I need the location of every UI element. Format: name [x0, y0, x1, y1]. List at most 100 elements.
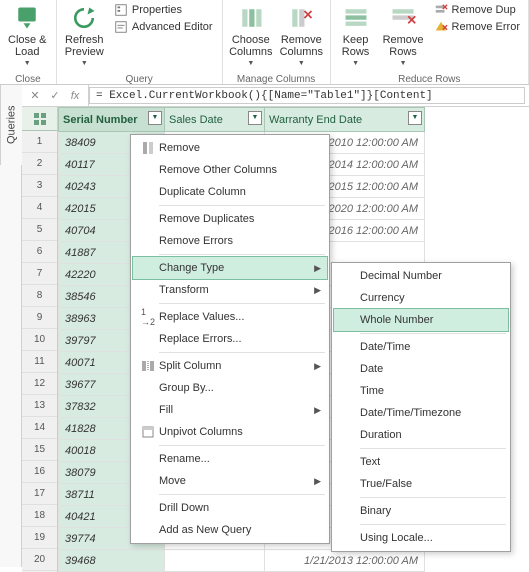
menu-remove-other[interactable]: Remove Other Columns [133, 159, 327, 181]
filter-dropdown-icon[interactable]: ▼ [408, 111, 422, 125]
close-load-icon [13, 4, 41, 32]
menu-rename[interactable]: Rename... [133, 448, 327, 470]
submenu-arrow-icon: ▶ [314, 285, 321, 296]
replace-icon: 1→2 [137, 309, 159, 325]
row-number[interactable]: 16 [22, 461, 57, 483]
type-duration[interactable]: Duration [334, 424, 508, 446]
type-text[interactable]: Text [334, 451, 508, 473]
menu-remove-errors[interactable]: Remove Errors [133, 230, 327, 252]
type-decimal[interactable]: Decimal Number [334, 265, 508, 287]
remove-err-icon [434, 20, 448, 34]
row-number[interactable]: 15 [22, 439, 57, 461]
menu-duplicate-column[interactable]: Duplicate Column [133, 181, 327, 203]
split-icon [137, 358, 159, 374]
choose-columns-icon [237, 4, 265, 32]
filter-dropdown-icon[interactable]: ▼ [248, 111, 262, 125]
row-number[interactable]: 17 [22, 483, 57, 505]
accept-formula-icon[interactable]: ✓ [48, 89, 62, 102]
row-number[interactable]: 14 [22, 417, 57, 439]
row-number[interactable]: 5 [22, 219, 57, 241]
dropdown-arrow-icon: ▼ [298, 58, 305, 70]
menu-remove[interactable]: Remove [133, 137, 327, 159]
menu-remove-duplicates[interactable]: Remove Duplicates [133, 208, 327, 230]
keep-rows-button[interactable]: KeepRows ▼ [335, 2, 377, 72]
formula-controls: ✕ ✓ fx [22, 85, 89, 106]
menu-add-new-query[interactable]: Add as New Query [133, 519, 327, 541]
row-number[interactable]: 4 [22, 197, 57, 219]
menu-drill-down[interactable]: Drill Down [133, 497, 327, 519]
menu-change-type[interactable]: Change Type▶ [133, 257, 327, 279]
type-datetime[interactable]: Date/Time [334, 336, 508, 358]
row-number[interactable]: 11 [22, 351, 57, 373]
properties-label: Properties [132, 4, 182, 16]
type-locale[interactable]: Using Locale... [334, 527, 508, 549]
queries-panel-tab[interactable]: Queries [0, 85, 22, 165]
menu-group-by[interactable]: Group By... [133, 377, 327, 399]
type-dtz[interactable]: Date/Time/Timezone [334, 402, 508, 424]
submenu-arrow-icon: ▶ [314, 405, 321, 416]
close-and-load-button[interactable]: Close &Load ▼ [4, 2, 51, 72]
row-number[interactable]: 3 [22, 175, 57, 197]
type-time[interactable]: Time [334, 380, 508, 402]
ribbon: Close &Load ▼ Close RefreshPreview ▼ Pro… [0, 0, 529, 85]
type-date[interactable]: Date [334, 358, 508, 380]
remove-rows-label: RemoveRows [383, 34, 424, 58]
remove-col-label: RemoveColumns [280, 34, 323, 58]
cancel-formula-icon[interactable]: ✕ [28, 89, 42, 102]
row-number[interactable]: 12 [22, 373, 57, 395]
keep-rows-label: KeepRows [342, 34, 370, 58]
type-currency[interactable]: Currency [334, 287, 508, 309]
ribbon-group-query: RefreshPreview ▼ Properties Advanced Edi… [57, 0, 223, 84]
cell-serial[interactable]: 39468 [59, 550, 165, 572]
submenu-arrow-icon: ▶ [314, 476, 321, 487]
type-whole-number[interactable]: Whole Number [334, 309, 508, 331]
row-number[interactable]: 9 [22, 307, 57, 329]
refresh-icon [70, 4, 98, 32]
type-boolean[interactable]: True/False [334, 473, 508, 495]
refresh-label: RefreshPreview [65, 34, 104, 58]
remove-errors-button[interactable]: Remove Error [430, 19, 524, 35]
remove-rows-icon [389, 4, 417, 32]
properties-icon [114, 3, 128, 17]
row-number[interactable]: 8 [22, 285, 57, 307]
remove-duplicates-button[interactable]: Remove Dup [430, 2, 524, 18]
remove-dup-label: Remove Dup [452, 4, 516, 16]
remove-columns-button[interactable]: RemoveColumns ▼ [277, 2, 326, 72]
fx-icon[interactable]: fx [68, 90, 82, 102]
row-number[interactable]: 7 [22, 263, 57, 285]
row-number[interactable]: 6 [22, 241, 57, 263]
column-header-serial[interactable]: Serial Number ▼ [59, 108, 165, 132]
menu-replace-errors[interactable]: Replace Errors... [133, 328, 327, 350]
filter-dropdown-icon[interactable]: ▼ [148, 111, 162, 125]
row-number[interactable]: 1 [22, 131, 57, 153]
row-number[interactable]: 10 [22, 329, 57, 351]
column-header-warranty[interactable]: Warranty End Date ▼ [265, 108, 425, 132]
adv-editor-label: Advanced Editor [132, 21, 213, 33]
row-number[interactable]: 19 [22, 527, 57, 549]
column-header-sales-date[interactable]: Sales Date ▼ [165, 108, 265, 132]
table-corner[interactable] [22, 107, 57, 131]
formula-input[interactable] [89, 87, 525, 104]
row-number[interactable]: 13 [22, 395, 57, 417]
refresh-preview-button[interactable]: RefreshPreview ▼ [61, 2, 108, 72]
row-number[interactable]: 20 [22, 549, 57, 571]
type-binary[interactable]: Binary [334, 500, 508, 522]
ribbon-group-label: Reduce Rows [335, 72, 524, 87]
row-number[interactable]: 18 [22, 505, 57, 527]
dropdown-arrow-icon: ▼ [400, 58, 407, 70]
menu-transform[interactable]: Transform▶ [133, 279, 327, 301]
menu-unpivot[interactable]: Unpivot Columns [133, 421, 327, 443]
remove-rows-button[interactable]: RemoveRows ▼ [379, 2, 428, 72]
cell-sales-date[interactable] [165, 550, 265, 572]
menu-split-column[interactable]: Split Column▶ [133, 355, 327, 377]
menu-move[interactable]: Move▶ [133, 470, 327, 492]
menu-replace-values[interactable]: 1→2Replace Values... [133, 306, 327, 328]
advanced-editor-button[interactable]: Advanced Editor [110, 19, 217, 35]
row-number[interactable]: 2 [22, 153, 57, 175]
change-type-submenu: Decimal Number Currency Whole Number Dat… [331, 262, 511, 552]
properties-button[interactable]: Properties [110, 2, 217, 18]
cell-warranty[interactable]: 1/21/2013 12:00:00 AM [265, 550, 425, 572]
choose-columns-button[interactable]: ChooseColumns ▼ [227, 2, 276, 72]
menu-fill[interactable]: Fill▶ [133, 399, 327, 421]
ribbon-group-close: Close &Load ▼ Close [0, 0, 57, 84]
